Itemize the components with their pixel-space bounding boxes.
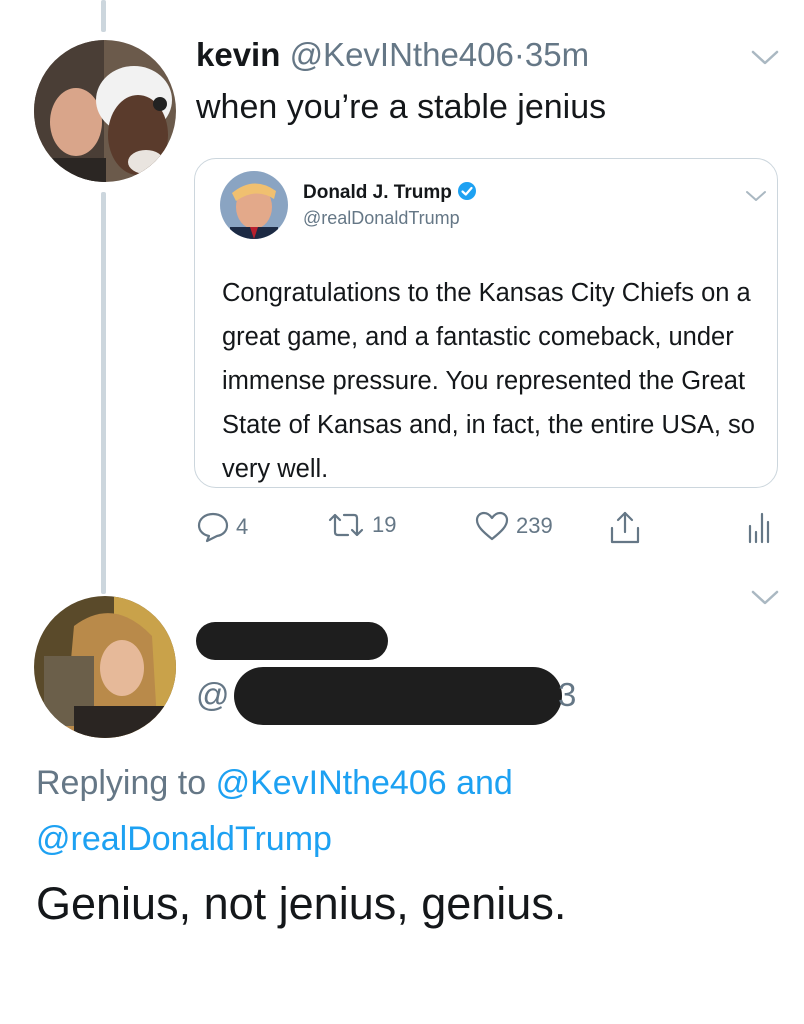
like-icon: [475, 511, 509, 541]
retweet-icon: [328, 513, 364, 537]
redacted-handle: [234, 667, 562, 725]
like-button[interactable]: 239: [474, 510, 553, 542]
quoted-display-name-row: Donald J. Trump: [303, 181, 477, 204]
analytics-icon: [748, 512, 770, 544]
thread-line-top: [101, 0, 106, 32]
like-count: 239: [516, 513, 553, 538]
quoted-tweet-card[interactable]: Donald J. Trump @realDonaldTrump Congrat…: [194, 158, 778, 488]
tweet-text: when you’re a stable jenius: [196, 88, 607, 126]
reply-count: 4: [236, 514, 249, 539]
reply-mention-kevin[interactable]: @KevINthe406: [216, 764, 447, 802]
reply-handle-prefix: @: [196, 676, 230, 713]
replying-to-label: Replying to: [36, 764, 207, 802]
reply-handle-suffix: 3: [558, 676, 577, 713]
quoted-display-name[interactable]: Donald J. Trump: [303, 182, 452, 203]
reply-button[interactable]: 4: [196, 510, 248, 544]
reply-conjunction[interactable]: and: [456, 764, 513, 802]
timestamp[interactable]: 35m: [525, 36, 589, 73]
reply-icon: [197, 512, 229, 543]
tweet-header: kevin @KevINthe406·35m: [196, 36, 589, 74]
avatar[interactable]: [34, 40, 176, 182]
display-name[interactable]: kevin: [196, 36, 280, 73]
share-button[interactable]: [608, 510, 642, 546]
replying-to: Replying to @KevINthe406 and @realDonald…: [36, 755, 776, 867]
reply-tweet-text: Genius, not jenius, genius.: [36, 878, 567, 929]
reply-avatar[interactable]: [34, 596, 176, 738]
quoted-chevron-down-icon[interactable]: [745, 189, 767, 203]
redacted-display-name: [196, 622, 388, 660]
user-handle[interactable]: @KevINthe406: [290, 36, 514, 73]
quoted-tweet-text: Congratulations to the Kansas City Chief…: [222, 279, 755, 483]
separator: ·: [513, 36, 525, 73]
quoted-avatar: [220, 171, 288, 239]
chevron-down-icon[interactable]: [750, 48, 780, 68]
retweet-count: 19: [372, 512, 397, 537]
analytics-button[interactable]: [746, 510, 772, 544]
verified-badge-icon: [458, 182, 477, 200]
thread-line: [101, 192, 106, 594]
reply-mention-trump[interactable]: @realDonaldTrump: [36, 820, 332, 858]
quoted-handle[interactable]: @realDonaldTrump: [303, 208, 460, 229]
retweet-button[interactable]: 19: [326, 510, 396, 540]
share-icon: [610, 511, 640, 544]
reply-chevron-down-icon[interactable]: [750, 588, 780, 608]
